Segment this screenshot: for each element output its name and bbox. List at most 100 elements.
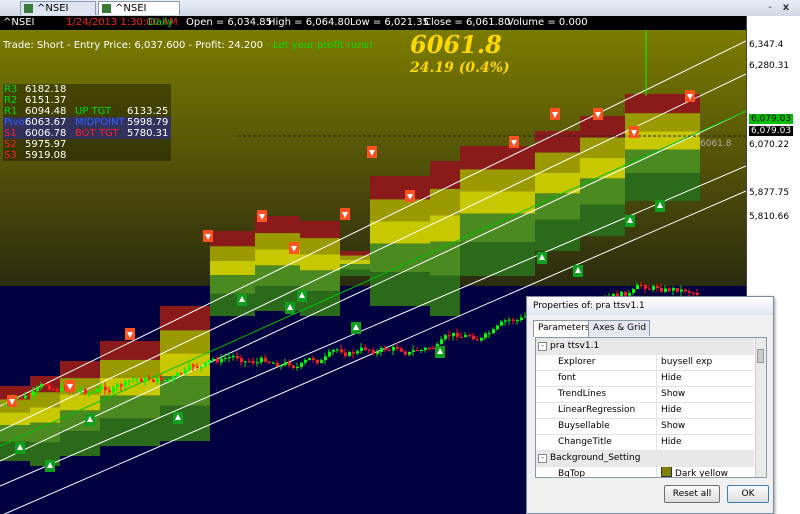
property-grid[interactable]: BgTop Dark yellow - Background_Setting Chang…: [535, 337, 767, 478]
candle: [96, 389, 99, 392]
property-value-text: Show: [661, 389, 686, 399]
property-row[interactable]: Explorer buysell exp: [536, 354, 754, 371]
ok-button[interactable]: OK: [727, 485, 769, 503]
candle: [228, 357, 231, 359]
candle: [468, 334, 471, 336]
band-segment: [535, 173, 580, 194]
close-icon[interactable]: x: [780, 2, 792, 13]
candle: [516, 320, 519, 322]
candle: [60, 387, 63, 392]
band-segment: [340, 251, 370, 256]
candle: [220, 358, 223, 363]
property-value[interactable]: Dark yellow: [656, 466, 728, 477]
collapse-icon[interactable]: -: [538, 342, 547, 351]
property-row[interactable]: BgTop Dark yellow: [536, 466, 754, 477]
reset-all-button[interactable]: Reset all: [664, 485, 720, 503]
scrollbar-thumb[interactable]: [757, 349, 764, 363]
candle: [428, 347, 431, 349]
candle: [164, 379, 167, 381]
band-segment: [580, 137, 625, 158]
candle: [644, 285, 647, 289]
trade-profit: 24.200: [227, 40, 263, 51]
property-value[interactable]: Show: [656, 386, 685, 402]
candle: [668, 288, 671, 291]
trade-text: Trade: Short - Entry Price: 6,037.600 - …: [3, 40, 225, 51]
property-value[interactable]: Hide: [656, 434, 682, 450]
candle: [424, 347, 427, 350]
candle: [512, 319, 515, 321]
tab-nsei-daily-1[interactable]: ^NSEI (Daily): [20, 1, 96, 28]
collapse-icon[interactable]: -: [538, 454, 547, 463]
candle: [216, 359, 219, 363]
dialog-title: Properties of: pra ttsv1.1: [527, 297, 773, 315]
candle: [172, 376, 175, 380]
candle: [388, 349, 391, 351]
band-segment: [100, 418, 160, 446]
property-value[interactable]: Hide: [656, 402, 682, 418]
candle: [488, 333, 491, 335]
candle: [208, 360, 211, 363]
candle: [276, 362, 279, 367]
candle: [676, 288, 679, 292]
pivot-name: R3: [4, 84, 18, 95]
tab-nsei-daily-2[interactable]: ^NSEI (Daily): [98, 1, 180, 28]
candle: [320, 360, 323, 364]
trade-status: Trade: Short - Entry Price: 6,037.600 - …: [3, 40, 373, 51]
property-row[interactable]: ChangeTitle Hide: [536, 434, 754, 451]
candle: [316, 359, 319, 364]
price-tick-label: 6,070.22: [749, 140, 790, 150]
band-segment: [100, 395, 160, 419]
candle: [464, 334, 467, 338]
property-row[interactable]: LinearRegression Hide: [536, 402, 754, 419]
candle: [224, 358, 227, 360]
candle: [680, 289, 683, 292]
target-value: 5780.31: [127, 128, 169, 139]
property-row[interactable]: TrendLines Show: [536, 386, 754, 403]
candle: [128, 380, 131, 382]
band-segment: [210, 260, 255, 276]
candle: [420, 349, 423, 351]
tab-parameters[interactable]: Parameters: [533, 320, 590, 337]
property-value-text: Hide: [661, 373, 682, 383]
candle: [500, 321, 503, 326]
candle: [384, 348, 387, 350]
pivot-name: R1: [4, 106, 18, 117]
candle: [632, 289, 635, 293]
band-segment: [625, 149, 700, 174]
property-row[interactable]: Buysellable Show: [536, 418, 754, 435]
candle: [44, 384, 47, 386]
candle: [300, 362, 303, 367]
property-category[interactable]: - pra ttsv1.1: [536, 338, 754, 355]
grid-scrollbar[interactable]: [755, 338, 766, 477]
pivot-value: 5919.08: [25, 150, 67, 161]
property-value[interactable]: buysell exp: [656, 354, 712, 370]
candle: [380, 348, 383, 352]
candle: [144, 378, 147, 383]
price-tick-label: 5,877.75: [749, 188, 790, 198]
candle: [672, 288, 675, 291]
properties-dialog: Properties of: pra ttsv1.1 Parameters Ax…: [526, 296, 774, 514]
candle: [392, 346, 395, 351]
property-name: font: [558, 373, 576, 383]
candle: [288, 362, 291, 366]
minimize-button[interactable]: -: [764, 2, 776, 13]
property-row[interactable]: font Hide: [536, 370, 754, 387]
candle: [200, 366, 203, 369]
price-tick-label: 6,079.03: [749, 126, 794, 136]
candle: [352, 351, 355, 354]
tab-axes-grid[interactable]: Axes & Grid: [588, 320, 650, 336]
pivot-row: S2 5975.97: [3, 139, 171, 150]
candle: [232, 356, 235, 358]
property-category[interactable]: - Background_Setting: [536, 450, 754, 467]
property-value[interactable]: Show: [656, 418, 685, 434]
candle: [432, 348, 435, 350]
band-segment: [300, 221, 340, 239]
candle: [152, 379, 155, 383]
candle: [340, 349, 343, 353]
band-segment: [370, 272, 430, 306]
candle: [260, 357, 263, 363]
property-value[interactable]: Hide: [656, 370, 682, 386]
candle: [248, 361, 251, 363]
candle: [292, 365, 295, 369]
symbol-label: ^NSEI: [3, 17, 35, 28]
